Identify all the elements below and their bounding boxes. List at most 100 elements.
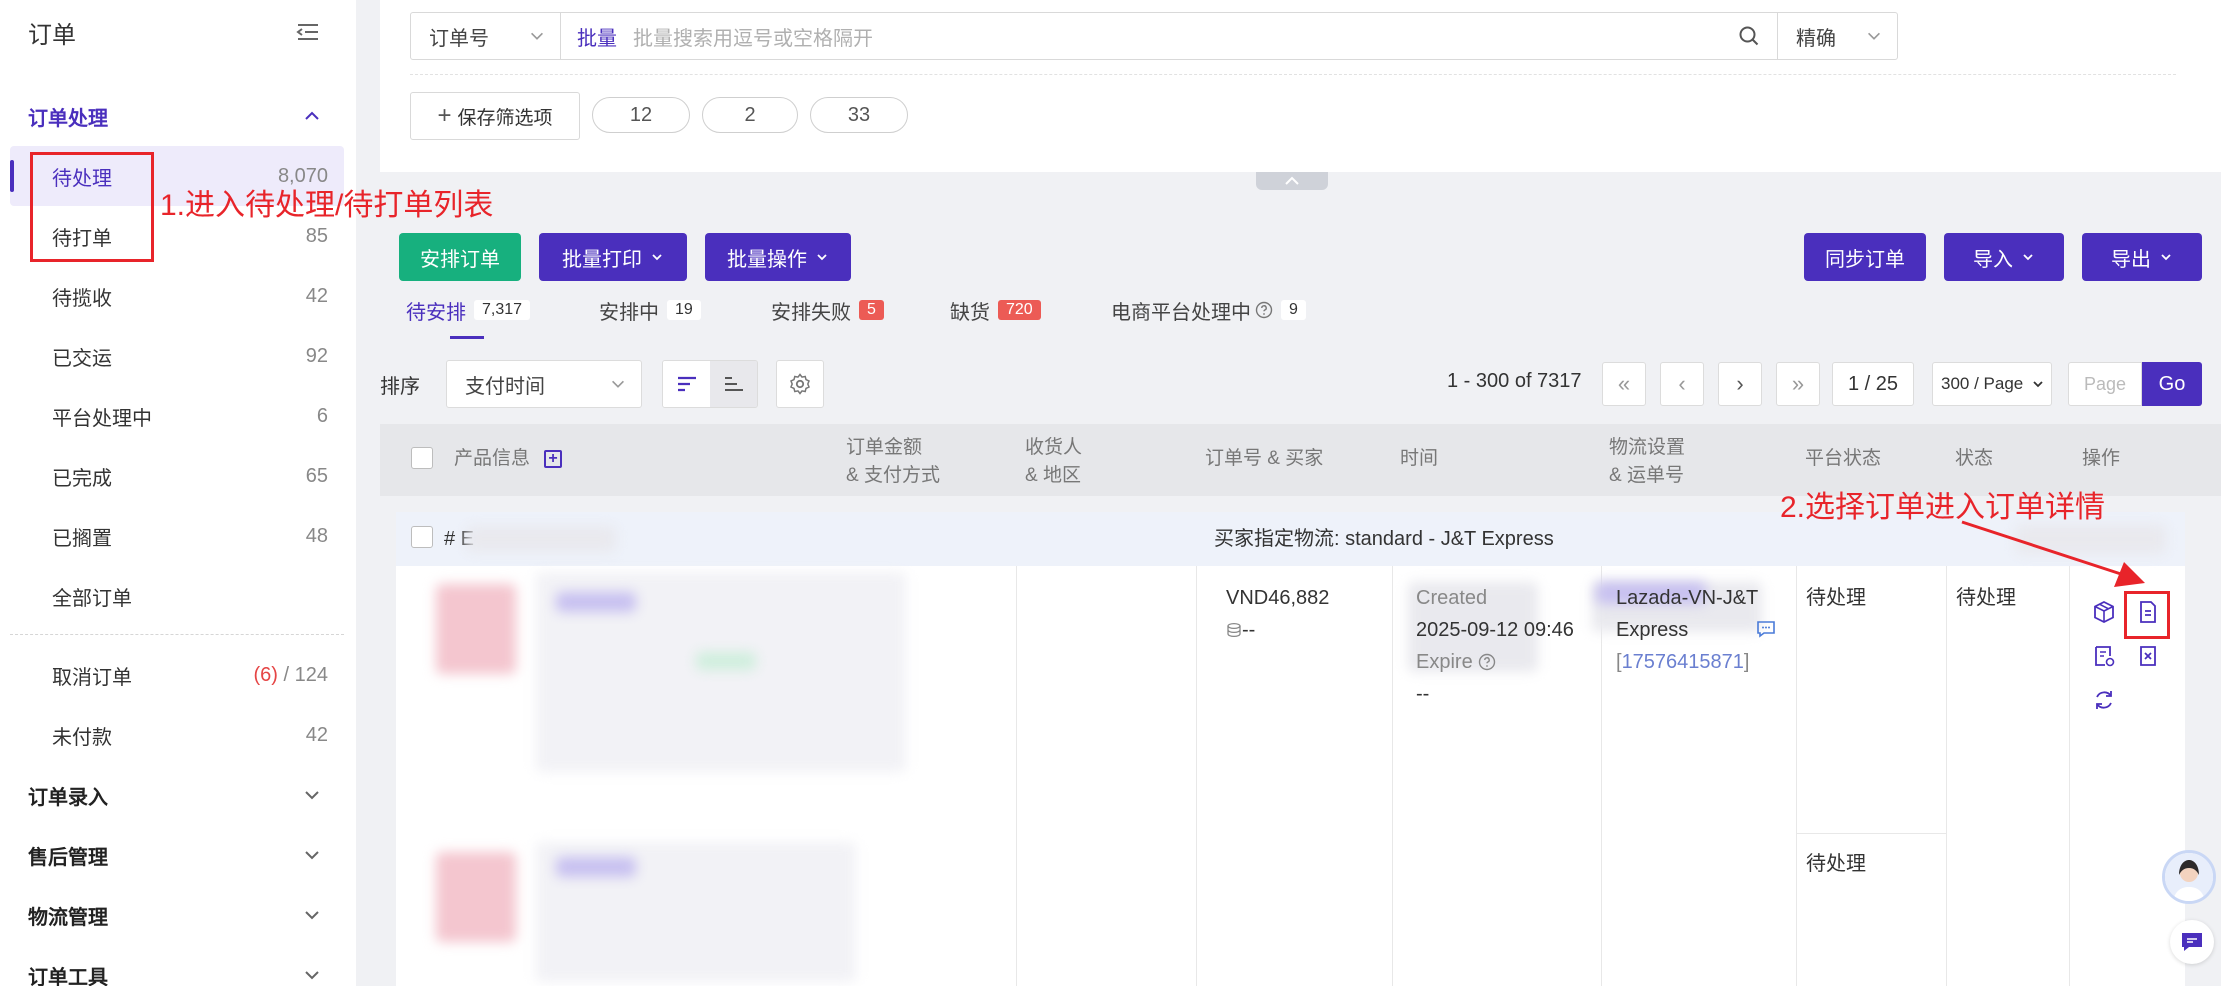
page-size-value: 300 / Page <box>1941 374 2024 393</box>
sidebar-group-logistics[interactable]: 物流管理 <box>0 885 356 945</box>
sidebar-item-count: (6) / 124 <box>254 664 329 687</box>
match-mode-select[interactable]: 精确 <box>1777 13 1897 59</box>
tab-out-of-stock[interactable]: 缺货 720 <box>950 292 1041 328</box>
tab-arranging[interactable]: 安排中 19 <box>599 292 701 328</box>
add-column-icon[interactable]: + <box>544 450 562 468</box>
sidebar-item-platform-processing[interactable]: 平台处理中 6 <box>10 386 344 446</box>
batch-print-button[interactable]: 批量打印 <box>539 233 687 281</box>
filter-panel: 订单号 批量 批量搜索用逗号或空格隔开 精确 + 保存筛选项 12 2 33 <box>380 0 2221 172</box>
chevron-down-icon <box>612 380 624 388</box>
current-page-input[interactable]: 1 / 25 <box>1832 362 1914 406</box>
select-all-checkbox[interactable] <box>411 447 433 469</box>
last-page-button[interactable]: » <box>1776 362 1820 406</box>
column-settings-button[interactable] <box>776 360 824 408</box>
chevron-down-icon <box>1868 32 1880 40</box>
page-size-select[interactable]: 300 / Page <box>1932 362 2052 406</box>
sidebar-item-all-orders[interactable]: 全部订单 <box>10 566 344 626</box>
buyer-logistics-note: 买家指定物流: standard - J&T Express <box>1214 528 1554 550</box>
sidebar-item-label: 取消订单 <box>52 666 132 689</box>
go-button[interactable]: Go <box>2142 362 2202 406</box>
sidebar-item-label: 已搁置 <box>52 527 112 550</box>
edit-note-icon[interactable] <box>2090 642 2118 670</box>
refresh-icon[interactable] <box>2090 686 2118 714</box>
help-icon[interactable] <box>1255 301 1273 319</box>
collapse-sidebar-icon[interactable] <box>294 21 322 43</box>
first-page-button[interactable]: « <box>1602 362 1646 406</box>
sort-asc-icon <box>724 377 743 391</box>
header-recipient: 收货人 & 地区 <box>1025 434 1082 490</box>
support-avatar[interactable] <box>2162 850 2216 904</box>
saved-filter-chip[interactable]: 2 <box>702 97 798 133</box>
saved-filter-chip[interactable]: 12 <box>592 97 690 133</box>
chevron-down-icon <box>305 911 319 920</box>
annotation-box-order-detail <box>2124 591 2170 639</box>
help-icon[interactable] <box>1478 653 1496 671</box>
tab-count-badge: 5 <box>859 300 884 320</box>
batch-search-toggle[interactable]: 批量 <box>577 22 617 51</box>
sidebar-item-shipped[interactable]: 已交运 92 <box>10 326 344 386</box>
collapse-filter-toggle[interactable] <box>1256 172 1328 190</box>
order-checkbox[interactable] <box>411 526 433 548</box>
sync-orders-button[interactable]: 同步订单 <box>1804 233 1926 281</box>
payment-extra: -- <box>1242 619 1256 641</box>
tab-label: 安排失败 <box>771 301 851 324</box>
blurred-product-title <box>556 857 636 877</box>
batch-operations-button[interactable]: 批量操作 <box>705 233 851 281</box>
sidebar-item-to-pickup[interactable]: 待揽收 42 <box>10 266 344 326</box>
pagination-info: 1 - 300 of 7317 <box>1447 370 1582 392</box>
sort-ascending-button[interactable] <box>710 361 757 407</box>
sidebar-group-after-sales[interactable]: 售后管理 <box>0 825 356 885</box>
sidebar-group-order-processing[interactable]: 订单处理 <box>0 86 356 146</box>
sidebar-item-cancelled[interactable]: 取消订单 (6) / 124 <box>10 645 344 705</box>
column-divider <box>1392 566 1393 986</box>
column-divider <box>1946 566 1947 986</box>
logistics-provider-line2: Express <box>1616 619 1689 641</box>
blurred-order-extra <box>2016 524 2166 554</box>
filter-divider <box>410 74 2176 75</box>
chevron-down-icon <box>652 254 662 261</box>
next-page-button[interactable]: › <box>1718 362 1762 406</box>
search-field-select[interactable]: 订单号 <box>411 13 561 59</box>
batch-operations-label: 批量操作 <box>727 248 807 271</box>
sort-field-value: 支付时间 <box>465 375 545 398</box>
sidebar-item-unpaid[interactable]: 未付款 42 <box>10 705 344 765</box>
goto-page-input[interactable]: Page <box>2068 362 2142 406</box>
sidebar-item-count: 85 <box>305 224 328 247</box>
chat-support-button[interactable] <box>2170 920 2214 964</box>
tab-platform-processing[interactable]: 电商平台处理中 9 <box>1111 292 1306 328</box>
save-filter-button[interactable]: + 保存筛选项 <box>410 92 580 140</box>
blurred-order-id <box>466 526 616 552</box>
sidebar-title: 订单 <box>28 21 76 49</box>
sidebar-item-label: 待揽收 <box>52 287 112 310</box>
sidebar-item-completed[interactable]: 已完成 65 <box>10 446 344 506</box>
row-divider <box>1796 833 1946 834</box>
saved-filter-chip[interactable]: 33 <box>810 97 908 133</box>
tab-to-arrange[interactable]: 待安排 7,317 <box>406 292 531 328</box>
plus-icon: + <box>437 102 452 129</box>
tab-count-badge: 9 <box>1281 300 1306 320</box>
search-input[interactable]: 批量 批量搜索用逗号或空格隔开 <box>561 13 1777 59</box>
header-logistics-line2: & 运单号 <box>1609 465 1684 486</box>
import-button[interactable]: 导入 <box>1944 233 2064 281</box>
column-divider <box>1796 566 1797 986</box>
prev-page-button[interactable]: ‹ <box>1660 362 1704 406</box>
expire-value: -- <box>1416 683 1430 705</box>
header-platform-status: 平台状态 <box>1805 448 1882 469</box>
sidebar-group-order-tools[interactable]: 订单工具 <box>0 945 356 986</box>
sort-descending-button[interactable] <box>663 361 710 407</box>
sidebar-item-on-hold[interactable]: 已搁置 48 <box>10 506 344 566</box>
chat-icon[interactable] <box>1756 620 1776 643</box>
export-button[interactable]: 导出 <box>2082 233 2202 281</box>
search-bar: 订单号 批量 批量搜索用逗号或空格隔开 精确 <box>410 12 1898 60</box>
arrange-order-button[interactable]: 安排订单 <box>399 233 521 281</box>
tracking-number-link[interactable]: 17576415871 <box>1622 651 1744 673</box>
group-label: 订单处理 <box>28 107 108 130</box>
search-icon[interactable] <box>1737 24 1761 48</box>
tab-label: 缺货 <box>950 301 990 324</box>
tab-arrange-failed[interactable]: 安排失败 5 <box>771 292 884 328</box>
sidebar-group-order-entry[interactable]: 订单录入 <box>0 765 356 825</box>
sort-field-select[interactable]: 支付时间 <box>446 360 642 408</box>
package-icon[interactable] <box>2090 598 2118 626</box>
cancel-order-icon[interactable] <box>2134 642 2162 670</box>
batch-print-label: 批量打印 <box>562 248 642 271</box>
